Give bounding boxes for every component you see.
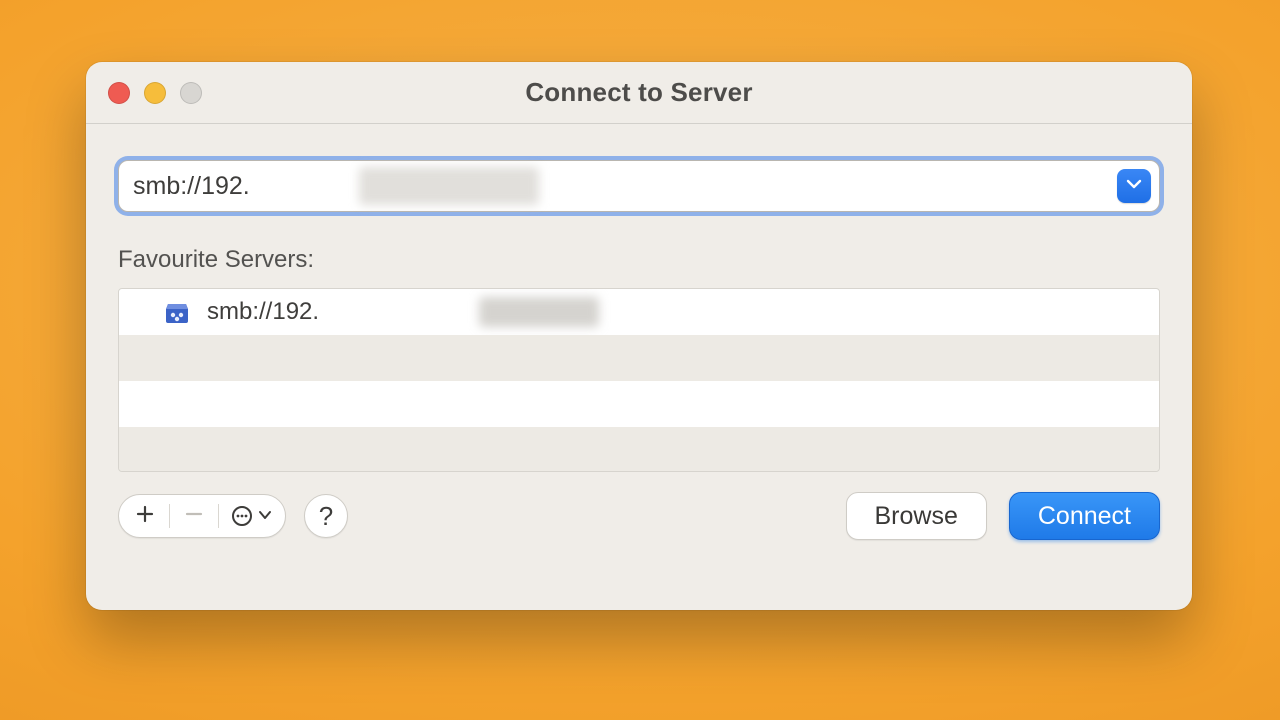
favourite-server-item[interactable]: smb://192. xyxy=(119,289,1159,335)
favourite-server-text: smb://192. xyxy=(207,298,319,326)
list-row-empty xyxy=(119,335,1159,381)
close-window-button[interactable] xyxy=(108,82,130,104)
list-row-empty xyxy=(119,381,1159,427)
minimize-window-button[interactable] xyxy=(144,82,166,104)
plus-icon xyxy=(135,504,155,529)
segment-separator xyxy=(169,504,170,528)
browse-button-label: Browse xyxy=(875,502,958,531)
segment-separator xyxy=(218,504,219,528)
connect-button[interactable]: Connect xyxy=(1009,492,1160,540)
window-title: Connect to Server xyxy=(86,77,1192,108)
dialog-footer: ? Browse Connect xyxy=(118,492,1160,540)
titlebar: Connect to Server xyxy=(86,62,1192,124)
desktop-background: Connect to Server Favourite Servers: xyxy=(0,0,1280,720)
favourite-servers-list[interactable]: smb://192. xyxy=(118,288,1160,472)
remove-favourite-button[interactable] xyxy=(182,500,206,532)
chevron-down-icon xyxy=(1126,177,1142,195)
browse-button[interactable]: Browse xyxy=(846,492,987,540)
chevron-down-icon xyxy=(259,507,271,525)
list-row-empty xyxy=(119,427,1159,472)
redaction-overlay xyxy=(479,297,599,327)
favourite-servers-label: Favourite Servers: xyxy=(118,246,1160,274)
ellipsis-circle-icon xyxy=(231,505,253,527)
network-share-icon xyxy=(163,298,191,326)
favourites-actions-menu-button[interactable] xyxy=(231,500,271,532)
address-history-dropdown-button[interactable] xyxy=(1117,169,1151,203)
add-favourite-button[interactable] xyxy=(133,500,157,532)
window-content: Favourite Servers: smb://192. xyxy=(86,124,1192,610)
server-address-input[interactable] xyxy=(119,172,1117,201)
server-address-field[interactable] xyxy=(118,160,1160,212)
question-mark-icon: ? xyxy=(319,501,333,532)
zoom-window-button[interactable] xyxy=(180,82,202,104)
traffic-lights xyxy=(108,62,202,123)
connect-button-label: Connect xyxy=(1038,502,1131,531)
connect-to-server-window: Connect to Server Favourite Servers: xyxy=(86,62,1192,610)
favourites-edit-segment xyxy=(118,494,286,538)
help-button[interactable]: ? xyxy=(304,494,348,538)
minus-icon xyxy=(184,504,204,529)
